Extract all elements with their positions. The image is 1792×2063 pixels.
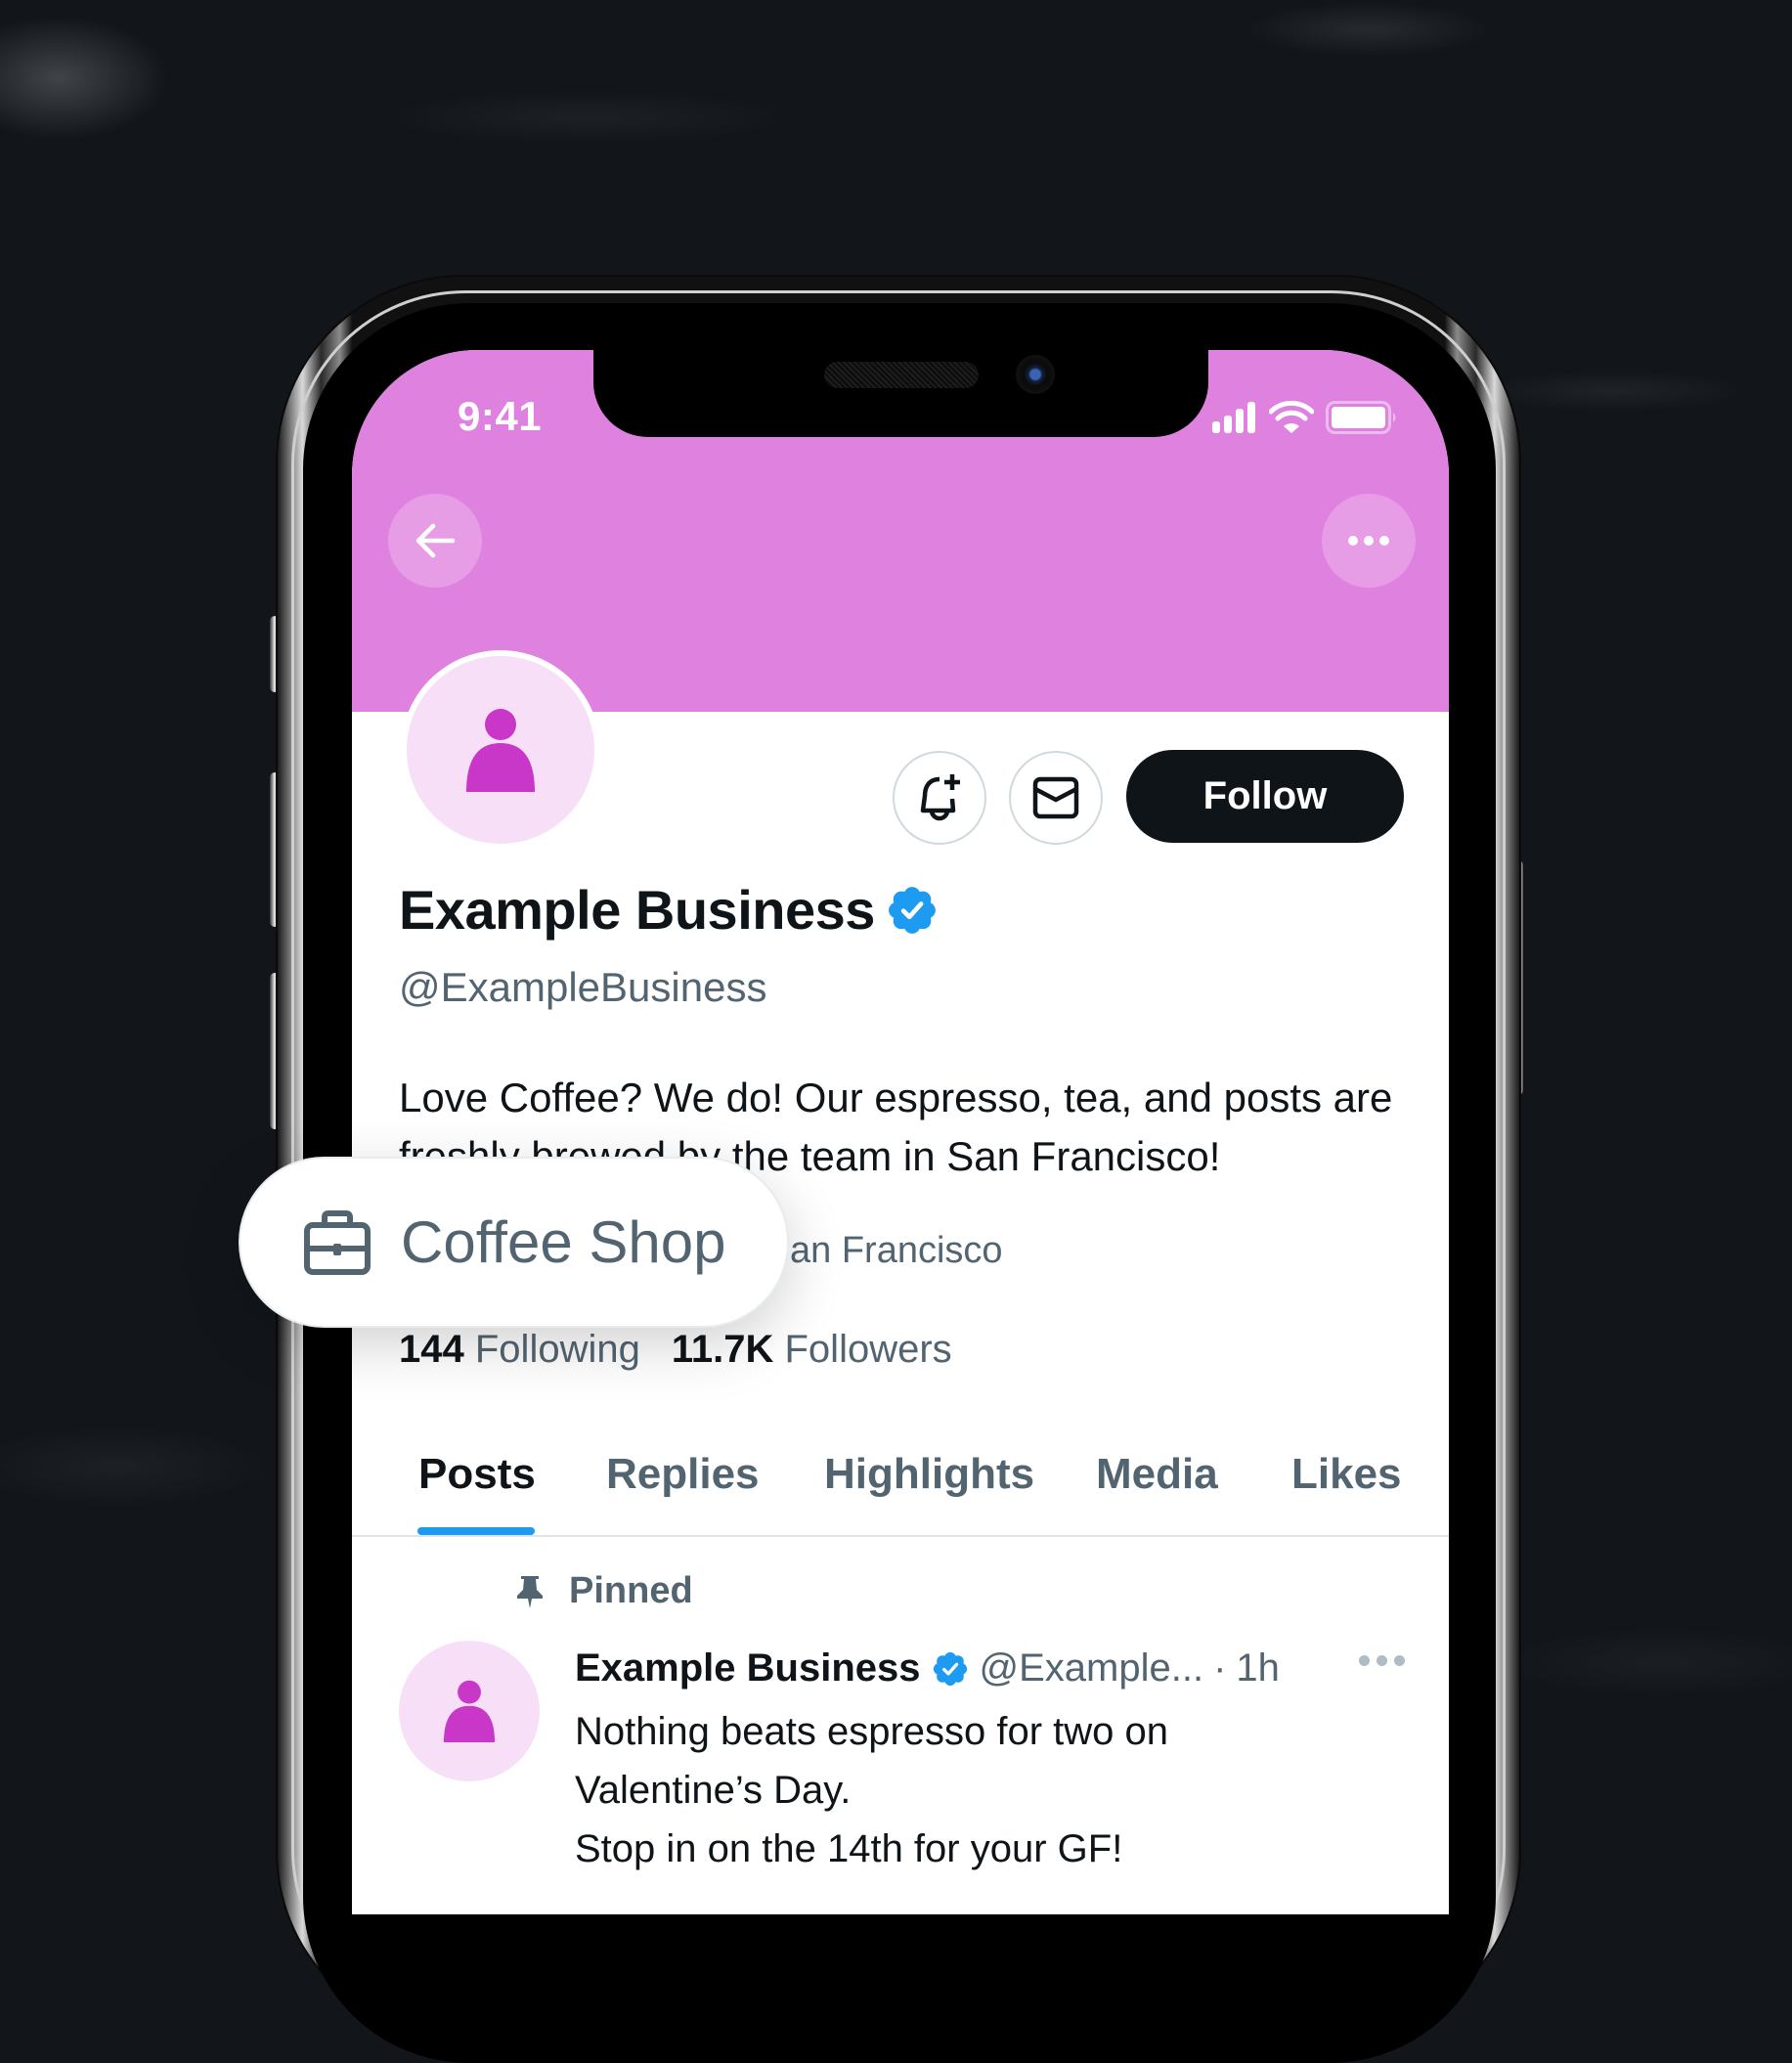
post-author-avatar[interactable]: [399, 1641, 540, 1781]
cellular-signal-icon: [1212, 402, 1255, 433]
status-time: 9:41: [458, 393, 543, 439]
pinned-indicator: Pinned: [516, 1570, 693, 1612]
pin-icon: [517, 1575, 543, 1608]
back-button[interactable]: [388, 494, 482, 588]
more-dot: [1359, 1655, 1370, 1666]
person-icon: [443, 1680, 496, 1742]
tab-media[interactable]: Media: [1096, 1450, 1218, 1499]
post-more-button[interactable]: [1359, 1655, 1405, 1666]
profile-avatar[interactable]: [401, 650, 600, 850]
verified-badge-icon: [888, 886, 936, 934]
display-name: Example Business: [399, 879, 875, 941]
battery-icon: [1326, 401, 1396, 434]
following-link[interactable]: 144 Following: [399, 1328, 640, 1371]
following-count: 144: [399, 1328, 464, 1371]
following-label: Following: [474, 1328, 640, 1371]
avatar-image: [407, 656, 594, 844]
profile-name-row: Example Business: [399, 878, 940, 942]
bell-plus-icon: [920, 774, 960, 821]
more-options-button[interactable]: [1322, 494, 1416, 588]
person-icon: [466, 709, 535, 792]
arrow-left-icon: [415, 523, 456, 558]
mail-icon: [1032, 776, 1079, 819]
post-text-line: Stop in on the 14th for your GF!: [575, 1827, 1123, 1870]
message-button[interactable]: [1009, 751, 1103, 845]
followers-label: Followers: [784, 1328, 952, 1371]
more-dot: [1377, 1655, 1387, 1666]
tab-highlights[interactable]: Highlights: [824, 1450, 1034, 1499]
more-horizontal-icon: [1348, 536, 1389, 546]
more-dot: [1394, 1655, 1405, 1666]
tab-replies[interactable]: Replies: [606, 1450, 760, 1499]
followers-count: 11.7K: [671, 1328, 774, 1371]
post-time[interactable]: 1h: [1236, 1646, 1280, 1690]
post-text-line: Nothing beats espresso for two on: [575, 1710, 1169, 1753]
category-chip: Coffee Shop: [239, 1157, 789, 1328]
verified-badge-icon: [933, 1651, 967, 1686]
post-author-name[interactable]: Example Business: [575, 1646, 921, 1690]
followers-link[interactable]: 11.7K Followers: [672, 1328, 952, 1371]
profile-location: an Francisco: [790, 1230, 1003, 1271]
profile-stats: 144 Following 11.7K Followers: [399, 1328, 952, 1372]
notifications-button[interactable]: [893, 751, 986, 845]
post-header: Example Business @Example... · 1h: [575, 1646, 1280, 1690]
status-icons: [1212, 401, 1400, 434]
tab-likes[interactable]: Likes: [1291, 1450, 1402, 1499]
briefcase-icon: [304, 1209, 371, 1275]
phone-screen: 9:41 Follow Example Business @ExampleBus…: [352, 350, 1449, 1914]
active-tab-indicator: [417, 1527, 535, 1535]
pinned-label: Pinned: [569, 1570, 693, 1611]
post-separator: ·: [1213, 1646, 1227, 1690]
wifi-icon: [1269, 401, 1314, 433]
tab-posts[interactable]: Posts: [418, 1450, 536, 1499]
profile-tabs: Posts Replies Highlights Media Likes: [352, 1421, 1449, 1537]
speaker-grille: [824, 362, 979, 388]
follow-button[interactable]: Follow: [1126, 750, 1404, 843]
front-camera: [1016, 355, 1055, 394]
post-text: Nothing beats espresso for two on Valent…: [575, 1702, 1357, 1878]
category-label: Coffee Shop: [401, 1209, 726, 1275]
profile-handle: @ExampleBusiness: [399, 964, 767, 1010]
notch: [593, 350, 1208, 437]
post-author-handle: @Example...: [979, 1646, 1204, 1690]
post-text-line: Valentine’s Day.: [575, 1769, 852, 1812]
